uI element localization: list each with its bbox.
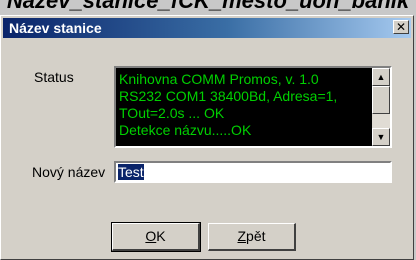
arrow-up-icon[interactable]: ▲ bbox=[372, 68, 390, 86]
back-accelerator: Z bbox=[237, 228, 247, 244]
status-label: Status bbox=[34, 69, 74, 85]
back-button[interactable]: Zpět bbox=[208, 223, 296, 251]
close-icon[interactable]: ✕ bbox=[393, 20, 409, 34]
status-line: TOut=2.0s ... OK bbox=[119, 105, 225, 121]
dialog-title: Název stanice bbox=[9, 20, 102, 36]
ok-button[interactable]: OK bbox=[111, 222, 201, 252]
status-scrollbar[interactable]: ▲ ▼ bbox=[372, 68, 390, 146]
status-text: Knihovna COMM Promos, v. 1.0 RS232 COM1 … bbox=[119, 71, 369, 139]
arrow-down-icon[interactable]: ▼ bbox=[372, 128, 390, 146]
new-name-value: Test bbox=[118, 164, 144, 180]
title-bar[interactable]: Název stanice ✕ bbox=[3, 18, 411, 38]
new-name-input[interactable]: Test bbox=[114, 161, 392, 183]
status-line: Detekce názvu.....OK bbox=[119, 122, 252, 138]
status-textarea[interactable]: Knihovna COMM Promos, v. 1.0 RS232 COM1 … bbox=[114, 66, 392, 148]
new-name-label: Nový název bbox=[32, 164, 106, 180]
ok-label-rest: K bbox=[156, 228, 166, 244]
status-line: RS232 COM1 38400Bd, Adresa=1, bbox=[119, 88, 338, 104]
station-name-dialog: Název stanice ✕ Status Knihovna COMM Pro… bbox=[0, 15, 414, 260]
back-label-rest: pět bbox=[246, 228, 266, 244]
status-line: Knihovna COMM Promos, v. 1.0 bbox=[119, 71, 319, 87]
scrollbar-thumb[interactable] bbox=[372, 86, 390, 114]
ok-accelerator: O bbox=[145, 228, 157, 244]
